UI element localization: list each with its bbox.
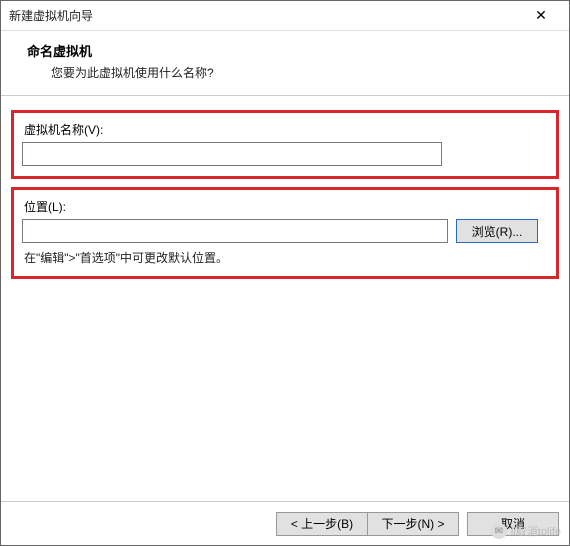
next-button[interactable]: 下一步(N) > <box>367 512 459 536</box>
wizard-footer: < 上一步(B) 下一步(N) > 取消 ✉ li取消tolife <box>1 501 569 545</box>
vm-location-label: 位置(L): <box>24 198 548 215</box>
cancel-button-label: 取消 <box>501 515 525 532</box>
next-button-label: 下一步(N) > <box>381 515 444 532</box>
wizard-header: 命名虚拟机 您要为此虚拟机使用什么名称? <box>1 31 569 96</box>
wizard-content: 虚拟机名称(V): 位置(L): 浏览(R)... 在"编辑">"首选项"中可更… <box>1 96 569 501</box>
vm-location-row: 浏览(R)... <box>22 219 548 243</box>
titlebar: 新建虚拟机向导 ✕ <box>1 1 569 31</box>
close-button[interactable]: ✕ <box>521 1 561 30</box>
vm-location-group: 位置(L): 浏览(R)... 在"编辑">"首选项"中可更改默认位置。 <box>11 187 559 279</box>
close-icon: ✕ <box>535 7 547 24</box>
back-button[interactable]: < 上一步(B) <box>276 512 368 536</box>
vm-name-group: 虚拟机名称(V): <box>11 110 559 179</box>
location-hint: 在"编辑">"首选项"中可更改默认位置。 <box>24 249 548 266</box>
page-subtitle: 您要为此虚拟机使用什么名称? <box>51 64 551 81</box>
vm-name-input[interactable] <box>22 142 442 166</box>
page-title: 命名虚拟机 <box>27 41 551 60</box>
browse-button[interactable]: 浏览(R)... <box>456 219 538 243</box>
window-title: 新建虚拟机向导 <box>9 7 521 24</box>
cancel-button[interactable]: 取消 <box>467 512 559 536</box>
back-button-label: < 上一步(B) <box>291 515 353 532</box>
wizard-window: 新建虚拟机向导 ✕ 命名虚拟机 您要为此虚拟机使用什么名称? 虚拟机名称(V):… <box>0 0 570 546</box>
vm-location-input[interactable] <box>22 219 448 243</box>
vm-name-label: 虚拟机名称(V): <box>24 121 548 138</box>
browse-button-label: 浏览(R)... <box>472 223 523 240</box>
